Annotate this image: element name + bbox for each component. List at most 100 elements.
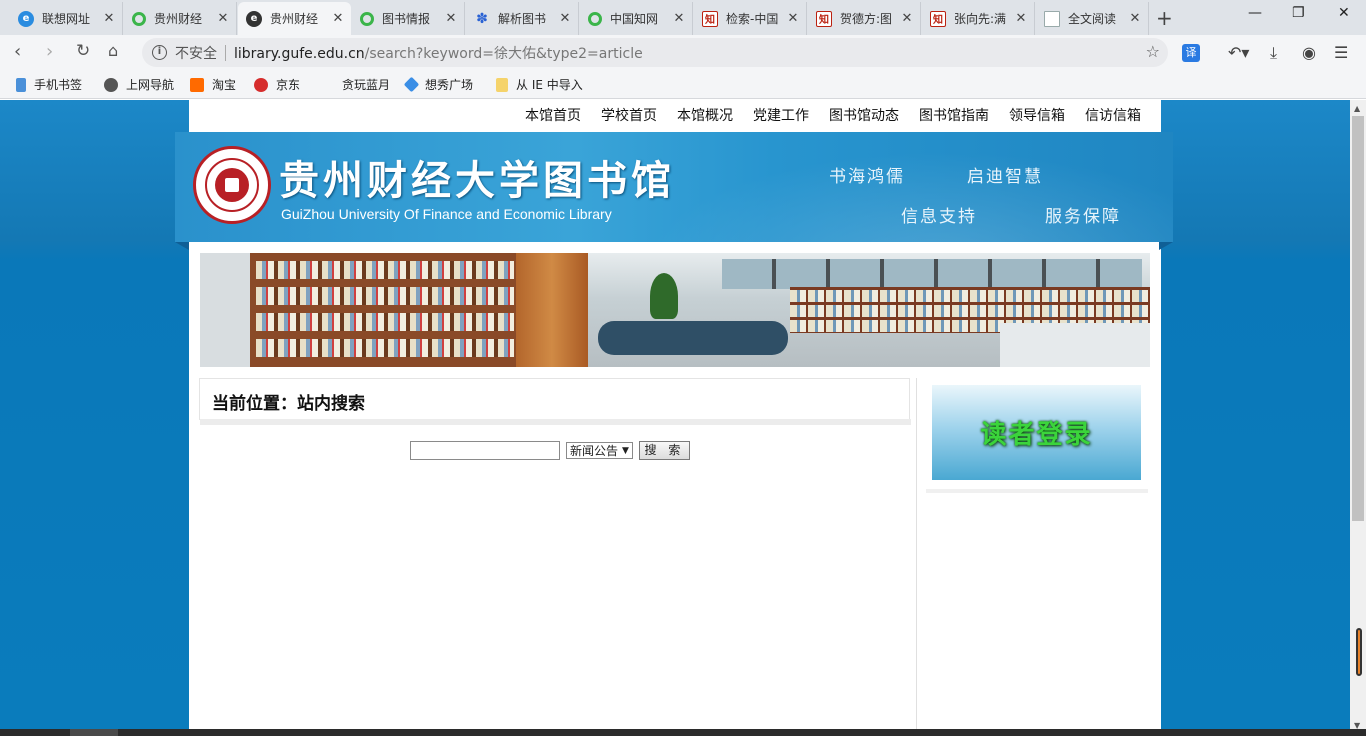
header-banner: 贵州财经大学图书馆 GuiZhou University Of Finance … [175, 132, 1173, 250]
close-icon[interactable]: ✕ [900, 11, 914, 26]
category-select[interactable]: 新闻公告 ▼ [566, 442, 633, 459]
close-icon[interactable]: ✕ [102, 11, 116, 26]
photo-wood-panel [516, 253, 588, 367]
tab-9[interactable]: 知 张向先:满 ✕ [922, 2, 1035, 35]
info-icon[interactable]: i [152, 45, 167, 60]
tab-4[interactable]: 图书情报 ✕ [352, 2, 465, 35]
account-icon[interactable]: ◉ [1302, 43, 1316, 62]
menu-icon[interactable]: ☰ [1334, 43, 1348, 62]
nav-leader-mailbox[interactable]: 领导信箱 [1009, 102, 1065, 130]
shelf-row [256, 287, 514, 305]
tab-5[interactable]: ✽ 解析图书 ✕ [466, 2, 579, 35]
bookmark-taobao[interactable]: 淘宝 [190, 76, 236, 93]
nav-school-home[interactable]: 学校首页 [601, 102, 657, 130]
bookmark-tanwan[interactable]: 贪玩蓝月 [342, 76, 390, 93]
e-browser-icon [104, 77, 118, 92]
tab-6[interactable]: 中国知网 ✕ [580, 2, 693, 35]
nav-guide[interactable]: 图书馆指南 [919, 102, 989, 130]
nav-home[interactable]: 本馆首页 [525, 102, 581, 130]
new-tab-button[interactable]: + [1156, 6, 1173, 30]
nav-party[interactable]: 党建工作 [753, 102, 809, 130]
jd-icon [254, 77, 268, 92]
e-browser-icon: e [18, 10, 34, 27]
bookmark-label: 手机书签 [34, 78, 83, 92]
vertical-scrollbar[interactable]: ▲ ▼ [1350, 100, 1366, 736]
banner-fold-left [175, 242, 189, 250]
phone-icon [16, 77, 26, 92]
slogan-4: 服务保障 [1045, 207, 1121, 227]
shelf-row [256, 261, 514, 279]
zhi-icon: 知 [930, 10, 946, 27]
scroll-up-icon[interactable]: ▲ [1354, 104, 1360, 113]
tab-title: 贵州财经 [270, 12, 319, 26]
restore-button[interactable]: ❐ [1292, 5, 1305, 21]
nav-news[interactable]: 图书馆动态 [829, 102, 899, 130]
tab-2[interactable]: 贵州财经 ✕ [124, 2, 237, 35]
seal-core [215, 168, 249, 202]
tab-3-active[interactable]: e 贵州财经 ✕ [238, 2, 351, 35]
tab-title: 贵州财经 [154, 12, 203, 26]
home-icon[interactable]: ⌂ [108, 41, 118, 60]
bookmark-jd[interactable]: 京东 [254, 76, 300, 93]
photo-windows [722, 259, 1142, 289]
search-button[interactable]: 搜 索 [638, 441, 690, 460]
close-icon[interactable]: ✕ [1014, 11, 1028, 26]
breadcrumb-shadow [200, 419, 911, 425]
window-close-button[interactable]: ✕ [1338, 5, 1350, 21]
top-navigation: 本馆首页 学校首页 本馆概况 党建工作 图书馆动态 图书馆指南 领导信箱 信访信… [189, 102, 1161, 130]
scrollbar-thumb[interactable] [1352, 116, 1364, 521]
slogan-2: 启迪智慧 [967, 167, 1043, 187]
tab-7[interactable]: 知 检索-中国 ✕ [694, 2, 807, 35]
e-dark-icon: e [246, 10, 262, 27]
reload-icon[interactable]: ↻ [76, 41, 90, 61]
close-icon[interactable]: ✕ [558, 11, 572, 26]
forward-icon[interactable]: › [46, 41, 53, 62]
bookmark-mobile[interactable]: 手机书签 [16, 76, 82, 93]
close-icon[interactable]: ✕ [672, 11, 686, 26]
category-select-value: 新闻公告 [570, 444, 619, 458]
download-icon[interactable]: ⤓ [1270, 43, 1277, 63]
bookmark-nav[interactable]: 上网导航 [104, 76, 174, 93]
floating-widget-icon[interactable] [1356, 628, 1362, 676]
slogan-1: 书海鸿儒 [829, 167, 905, 187]
taskbar-item[interactable] [70, 729, 118, 736]
minimize-button[interactable]: — [1248, 5, 1262, 21]
star-icon[interactable]: ☆ [1146, 42, 1160, 61]
tab-title: 检索-中国 [726, 12, 779, 26]
tab-10[interactable]: 全文阅读 ✕ [1036, 2, 1149, 35]
breadcrumb-box: 当前位置：站内搜索 [199, 378, 911, 425]
zhi-icon: 知 [816, 10, 832, 27]
shelf-row [256, 339, 514, 357]
tab-title: 联想网址 [42, 12, 91, 26]
tab-8[interactable]: 知 贺德方:图 ✕ [808, 2, 921, 35]
undo-icon[interactable]: ↶▾ [1228, 43, 1249, 62]
back-icon[interactable]: ‹ [14, 41, 21, 62]
bookmark-label: 京东 [276, 78, 301, 92]
close-icon[interactable]: ✕ [786, 11, 800, 26]
search-input[interactable] [410, 441, 560, 460]
banner-fold-right [1159, 242, 1173, 250]
close-icon[interactable]: ✕ [1128, 11, 1142, 26]
url-path: /search?keyword=徐大佑&type2=article [364, 45, 643, 62]
tab-1[interactable]: e 联想网址 ✕ [10, 2, 123, 35]
reader-login-button[interactable]: 读者登录 [932, 385, 1141, 480]
login-shadow [926, 489, 1148, 493]
nav-petition-mailbox[interactable]: 信访信箱 [1085, 102, 1141, 130]
nav-about[interactable]: 本馆概况 [677, 102, 733, 130]
bookmark-import-ie[interactable]: 从 IE 中导入 [496, 76, 583, 93]
security-label: 不安全 [175, 45, 217, 62]
close-icon[interactable]: ✕ [216, 11, 230, 26]
photo-plant [650, 273, 678, 319]
close-icon[interactable]: ✕ [331, 11, 345, 26]
url-host: library.gufe.edu.cn [234, 45, 365, 62]
bookmark-xiangxiu[interactable]: 想秀广场 [403, 76, 473, 93]
tab-title: 贺德方:图 [840, 12, 893, 26]
page-background: 本馆首页 学校首页 本馆概况 党建工作 图书馆动态 图书馆指南 领导信箱 信访信… [0, 100, 1350, 736]
url-field[interactable]: i 不安全 library.gufe.edu.cn/search?keyword… [142, 38, 1168, 67]
shelf-row [256, 313, 514, 331]
university-seal-logo[interactable] [193, 146, 271, 224]
translate-icon[interactable]: 译 [1182, 44, 1200, 62]
paw-icon: ✽ [476, 10, 488, 27]
close-icon[interactable]: ✕ [444, 11, 458, 26]
tab-title: 张向先:满 [954, 12, 1007, 26]
